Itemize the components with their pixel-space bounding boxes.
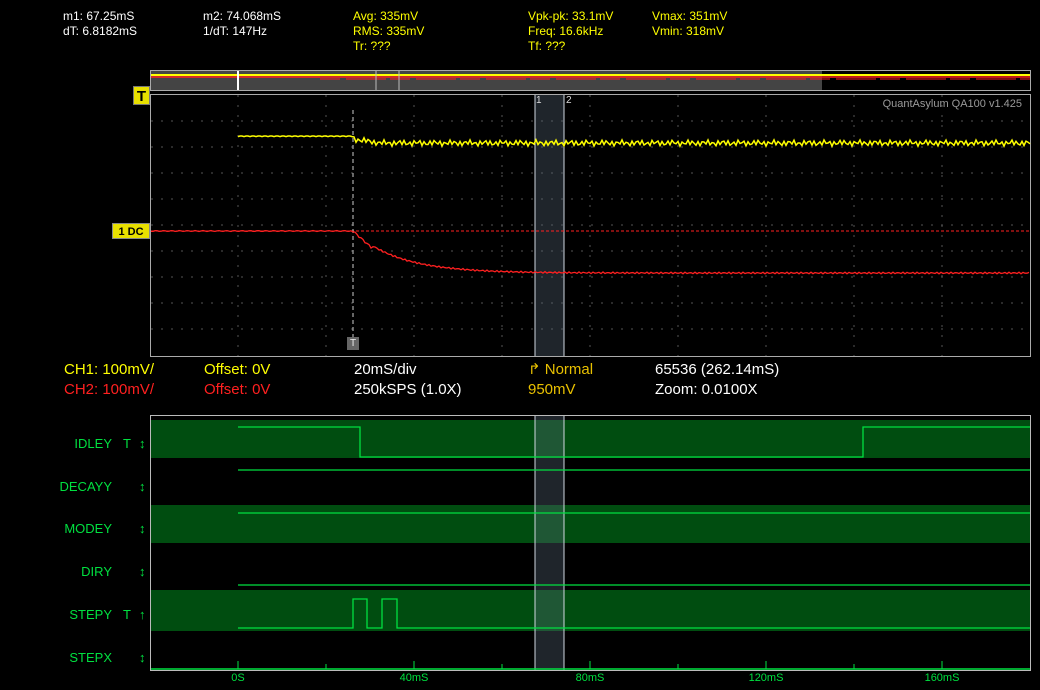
trigger-mode[interactable]: ↱ Normal <box>528 360 593 380</box>
channel-label-decayy[interactable]: DECAYY <box>60 479 113 494</box>
inv-dt-readout: 1/dT: 147Hz <box>203 24 268 38</box>
updown-arrow-icon[interactable]: ↕ <box>139 479 146 494</box>
time-tick-label: 80mS <box>575 672 605 684</box>
digital-view[interactable] <box>150 415 1031 671</box>
channel-label-stepy[interactable]: STEPY <box>69 607 112 622</box>
vmax-readout: Vmax: 351mV <box>652 9 728 23</box>
updown-arrow-icon[interactable]: ↕ <box>139 436 146 451</box>
time-tick-label: 0S <box>231 672 245 684</box>
m1-readout: m1: 67.25mS <box>63 9 135 23</box>
updown-arrow-icon[interactable]: ↕ <box>139 650 146 665</box>
channel-label-idley[interactable]: IDLEY <box>74 436 112 451</box>
trigger-position-marker[interactable]: T <box>133 86 150 105</box>
timebase[interactable]: 20mS/div <box>354 360 417 380</box>
overview-view-window[interactable] <box>151 71 822 90</box>
cursor-1-label[interactable]: 1 <box>536 95 542 106</box>
overview-strip[interactable] <box>150 70 1031 92</box>
tr-readout: Tr: ??? <box>353 39 391 53</box>
freq-readout: Freq: 16.6kHz <box>528 24 604 38</box>
cursor-band <box>535 95 564 356</box>
digital-cursor-band <box>535 416 564 670</box>
trigger-level[interactable]: 950mV <box>528 380 576 400</box>
trigger-time-tag[interactable]: T <box>347 337 359 350</box>
record-length[interactable]: 65536 (262.14mS) <box>655 360 779 380</box>
vmin-readout: Vmin: 318mV <box>652 24 725 38</box>
zoom-level[interactable]: Zoom: 0.0100X <box>655 380 758 400</box>
channel-label-modey[interactable]: MODEY <box>64 521 112 536</box>
ch1-scale[interactable]: CH1: 100mV/ <box>64 360 154 380</box>
trigger-mode-label: Normal <box>544 361 594 378</box>
updown-arrow-icon[interactable]: ↕ <box>139 521 146 536</box>
channel-label-stepx[interactable]: STEPX <box>69 650 112 665</box>
analog-scope-view[interactable] <box>150 94 1031 357</box>
channel-trigger-idley[interactable]: T <box>123 436 131 451</box>
channel-label-diry[interactable]: DIRY <box>81 564 112 579</box>
band-modey <box>151 505 1030 543</box>
rising-edge-icon: ↱ <box>528 361 541 378</box>
band-stepy <box>151 590 1030 631</box>
ch1-offset[interactable]: Offset: 0V <box>204 360 270 380</box>
tf-readout: Tf: ??? <box>528 39 566 53</box>
ch2-scale[interactable]: CH2: 100mV/ <box>64 380 154 400</box>
dt-readout: dT: 6.8182mS <box>63 24 138 38</box>
channel-trigger-stepy[interactable]: T <box>123 607 131 622</box>
time-tick-label: 120mS <box>748 672 784 684</box>
vpkpk-readout: Vpk-pk: 33.1mV <box>528 9 614 23</box>
cursor-2-label[interactable]: 2 <box>566 95 572 106</box>
up-arrow-icon[interactable]: ↑ <box>139 607 146 622</box>
brand-label: QuantAsylum QA100 v1.425 <box>882 98 1022 110</box>
time-tick-label: 160mS <box>924 672 960 684</box>
time-tick-label: 40mS <box>399 672 429 684</box>
m2-readout: m2: 74.068mS <box>203 9 282 23</box>
ch2-offset[interactable]: Offset: 0V <box>204 380 270 400</box>
updown-arrow-icon[interactable]: ↕ <box>139 564 146 579</box>
channel-1-dc-tag[interactable]: 1 DC <box>112 223 150 239</box>
band-idley <box>151 420 1030 458</box>
avg-readout: Avg: 335mV <box>353 9 419 23</box>
sample-rate[interactable]: 250kSPS (1.0X) <box>354 380 462 400</box>
rms-readout: RMS: 335mV <box>353 24 425 38</box>
